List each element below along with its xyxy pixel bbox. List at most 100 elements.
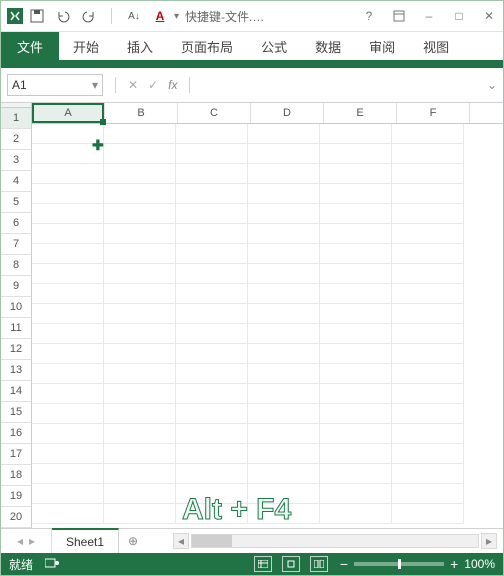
qat-dropdown-icon[interactable]: ▾	[174, 11, 179, 22]
cell[interactable]	[104, 484, 176, 504]
cell[interactable]	[320, 124, 392, 144]
scroll-right-icon[interactable]: ▸	[481, 533, 497, 549]
cell[interactable]	[176, 204, 248, 224]
row-header[interactable]: 17	[1, 444, 31, 465]
tab-layout[interactable]: 页面布局	[167, 32, 247, 60]
horizontal-scrollbar[interactable]: ◂ ▸	[167, 533, 503, 549]
zoom-out-button[interactable]: −	[340, 556, 348, 572]
fx-icon[interactable]: fx	[168, 78, 177, 92]
column-header[interactable]: B	[105, 103, 178, 123]
cell[interactable]	[392, 404, 464, 424]
cell[interactable]	[320, 384, 392, 404]
row-header[interactable]: 20	[1, 507, 31, 528]
cell[interactable]	[248, 144, 320, 164]
cell[interactable]	[104, 424, 176, 444]
save-icon[interactable]	[29, 8, 45, 24]
cell[interactable]	[392, 384, 464, 404]
cell[interactable]	[104, 364, 176, 384]
cell[interactable]	[32, 404, 104, 424]
font-color-icon[interactable]: A	[152, 8, 168, 24]
cell[interactable]	[392, 364, 464, 384]
cell[interactable]	[320, 264, 392, 284]
cell[interactable]	[176, 444, 248, 464]
cell[interactable]	[32, 244, 104, 264]
row-header[interactable]: 15	[1, 402, 31, 423]
cell[interactable]	[32, 324, 104, 344]
close-button[interactable]: ✕	[481, 8, 497, 24]
row-header[interactable]: 9	[1, 276, 31, 297]
tab-home[interactable]: 开始	[59, 32, 113, 60]
cell[interactable]	[248, 384, 320, 404]
cell[interactable]	[176, 124, 248, 144]
cell[interactable]	[248, 464, 320, 484]
cell[interactable]	[392, 204, 464, 224]
cell[interactable]	[248, 364, 320, 384]
cell[interactable]	[392, 304, 464, 324]
row-header[interactable]: 5	[1, 192, 31, 213]
confirm-icon[interactable]: ✓	[148, 78, 158, 92]
cell[interactable]	[320, 184, 392, 204]
cell[interactable]	[176, 284, 248, 304]
cell[interactable]	[248, 124, 320, 144]
cell[interactable]	[32, 344, 104, 364]
cell[interactable]	[248, 424, 320, 444]
cell[interactable]	[176, 144, 248, 164]
row-header[interactable]: 2	[1, 129, 31, 150]
cell[interactable]	[32, 364, 104, 384]
row-header[interactable]: 4	[1, 171, 31, 192]
cell[interactable]	[392, 324, 464, 344]
scroll-left-icon[interactable]: ◂	[173, 533, 189, 549]
cell[interactable]	[320, 204, 392, 224]
cell[interactable]	[32, 444, 104, 464]
cell[interactable]	[392, 264, 464, 284]
row-header[interactable]: 3	[1, 150, 31, 171]
cell[interactable]	[320, 224, 392, 244]
cell[interactable]	[320, 444, 392, 464]
column-header[interactable]: D	[251, 103, 324, 123]
cell[interactable]	[32, 184, 104, 204]
add-sheet-button[interactable]: ⊕	[119, 534, 147, 548]
cell[interactable]	[248, 324, 320, 344]
cell[interactable]	[32, 304, 104, 324]
cell[interactable]	[248, 224, 320, 244]
cell[interactable]	[320, 504, 392, 524]
file-tab[interactable]: 文件	[1, 32, 59, 60]
cell[interactable]	[320, 364, 392, 384]
ribbon-options-icon[interactable]	[391, 8, 407, 24]
page-layout-view-icon[interactable]	[282, 556, 300, 572]
cell[interactable]	[176, 424, 248, 444]
maximize-button[interactable]: □	[451, 8, 467, 24]
column-header[interactable]: E	[324, 103, 397, 123]
cell[interactable]	[392, 484, 464, 504]
cell[interactable]	[32, 484, 104, 504]
cell[interactable]	[320, 144, 392, 164]
cell[interactable]	[176, 484, 248, 504]
cell[interactable]	[104, 144, 176, 164]
cell[interactable]	[176, 344, 248, 364]
cell[interactable]	[392, 284, 464, 304]
cell[interactable]	[176, 184, 248, 204]
cell[interactable]	[392, 164, 464, 184]
formula-input[interactable]	[202, 75, 478, 95]
cell[interactable]	[320, 324, 392, 344]
sort-icon[interactable]: A↓	[126, 8, 142, 24]
sheet-nav-arrows[interactable]: ◂▸	[1, 529, 52, 553]
fill-handle[interactable]	[100, 119, 106, 125]
cell[interactable]	[248, 184, 320, 204]
cell[interactable]	[32, 224, 104, 244]
cell[interactable]	[32, 144, 104, 164]
cell[interactable]	[104, 384, 176, 404]
cell[interactable]	[176, 464, 248, 484]
cell[interactable]	[104, 404, 176, 424]
cell[interactable]	[248, 304, 320, 324]
cell[interactable]	[392, 144, 464, 164]
column-header[interactable]: F	[397, 103, 470, 123]
cell[interactable]	[104, 124, 176, 144]
zoom-level[interactable]: 100%	[464, 557, 495, 571]
page-break-view-icon[interactable]	[310, 556, 328, 572]
cell[interactable]	[176, 384, 248, 404]
cell[interactable]	[104, 224, 176, 244]
cell[interactable]	[392, 124, 464, 144]
cell[interactable]	[248, 164, 320, 184]
sheet-tab[interactable]: Sheet1	[52, 528, 119, 554]
